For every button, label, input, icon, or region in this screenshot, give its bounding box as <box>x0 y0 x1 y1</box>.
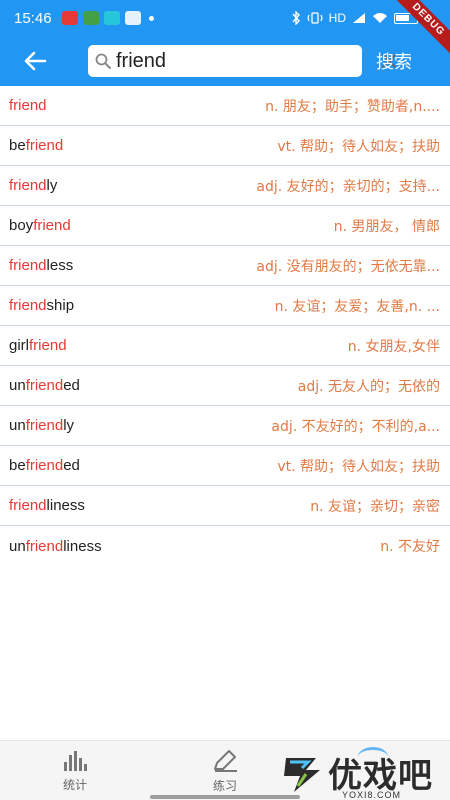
result-meaning: adj. 没有朋友的；无依无靠... <box>256 258 440 275</box>
home-indicator <box>150 795 300 799</box>
dot-icon <box>148 15 154 21</box>
word-match: friend <box>9 177 47 194</box>
result-row[interactable]: befriended vt. 帮助；待人如友；扶助 <box>0 446 450 486</box>
result-meaning: adj. 友好的；亲切的；支持... <box>256 178 440 195</box>
back-button[interactable] <box>0 36 70 86</box>
nav-label-practice: 练习 <box>212 778 237 793</box>
watermark-logo-icon <box>284 758 320 792</box>
result-row[interactable]: unfriendliness n. 不友好 <box>0 526 450 566</box>
result-meaning: n. 友谊；友爱；友善,n. ... <box>274 298 440 315</box>
word-prefix: un <box>9 377 26 394</box>
result-meaning: n. 女朋友,女伴 <box>347 338 440 355</box>
word-match: friend <box>25 137 64 154</box>
result-meaning: vt. 帮助；待人如友；扶助 <box>277 138 440 155</box>
word-prefix: be <box>9 137 26 154</box>
arrow-left-icon <box>24 51 47 71</box>
result-word: friendly <box>9 177 57 194</box>
bluetooth-icon <box>292 11 300 25</box>
nav-item-stats[interactable]: 统计 <box>35 741 115 800</box>
result-row[interactable]: friendly adj. 友好的；亲切的；支持... <box>0 166 450 206</box>
word-match: friend <box>9 257 47 274</box>
word-match: friend <box>9 297 47 314</box>
word-match: friend <box>9 497 47 514</box>
result-row[interactable]: unfriended adj. 无友人的；无依的 <box>0 366 450 406</box>
word-suffix: ly <box>63 417 75 434</box>
result-row[interactable]: friendless adj. 没有朋友的；无依无靠... <box>0 246 450 286</box>
result-row[interactable]: friendliness n. 友谊；亲切；亲密 <box>0 486 450 526</box>
word-match: friend <box>25 417 64 434</box>
result-row[interactable]: boyfriend n. 男朋友， 情郎 <box>0 206 450 246</box>
word-suffix: ship <box>46 297 75 314</box>
result-word: friend <box>9 97 47 114</box>
result-word: friendship <box>9 297 74 314</box>
word-match: friend <box>29 337 67 354</box>
result-row[interactable]: girlfriend n. 女朋友,女伴 <box>0 326 450 366</box>
result-word: befriended <box>9 457 80 474</box>
result-meaning: n. 男朋友， 情郎 <box>333 218 440 235</box>
record-icon <box>61 11 78 25</box>
word-match: friend <box>33 217 71 234</box>
word-prefix: un <box>9 417 26 434</box>
app-bar: 搜索 <box>0 36 450 86</box>
result-word: girlfriend <box>9 337 67 354</box>
word-suffix: ly <box>46 177 58 194</box>
result-meaning: vt. 帮助；待人如友；扶助 <box>277 458 440 475</box>
chat-icon <box>82 11 99 25</box>
word-suffix: liness <box>46 497 85 514</box>
result-meaning: n. 朋友；助手；赞助者,n.... <box>265 98 440 115</box>
result-row[interactable]: friend n. 朋友；助手；赞助者,n.... <box>0 86 450 126</box>
result-word: unfriendly <box>9 417 74 434</box>
message-icon <box>103 11 120 25</box>
result-word: unfriendliness <box>9 538 102 555</box>
search-input[interactable] <box>112 46 381 76</box>
wifi-icon <box>373 13 387 23</box>
result-meaning: adj. 无友人的；无依的 <box>297 378 440 395</box>
result-meaning: n. 友谊；亲切；亲密 <box>310 498 440 515</box>
result-list: friend n. 朋友；助手；赞助者,n.... befriend vt. 帮助；待… <box>0 86 450 566</box>
word-prefix: boy <box>9 217 34 234</box>
cloud-icon <box>124 11 141 25</box>
status-time: 15:46 <box>14 9 52 27</box>
result-row[interactable]: unfriendly adj. 不友好的；不利的,a... <box>0 406 450 446</box>
signal-icon <box>353 13 365 23</box>
status-bar: 15:46 HD <box>0 0 450 36</box>
search-button[interactable]: 搜索 <box>376 48 412 74</box>
bar-chart-icon <box>64 750 87 771</box>
result-row[interactable]: friendship n. 友谊；友爱；友善,n. ... <box>0 286 450 326</box>
result-word: boyfriend <box>9 217 71 234</box>
word-match: friend <box>25 537 64 555</box>
word-prefix: be <box>9 457 26 474</box>
word-match: friend <box>9 97 47 114</box>
word-suffix: less <box>46 257 74 274</box>
status-right: HD <box>291 11 418 25</box>
nav-label-stats: 统计 <box>62 777 87 792</box>
result-word: unfriended <box>9 377 80 394</box>
word-match: friend <box>25 377 64 394</box>
result-word: befriend <box>9 137 63 154</box>
vibrate-icon <box>307 12 323 24</box>
word-match: friend <box>25 457 64 474</box>
result-word: friendliness <box>9 497 85 514</box>
watermark: 优戏吧 YOXI8.COM <box>276 746 446 800</box>
pencil-icon <box>214 749 237 772</box>
search-icon <box>94 52 112 70</box>
nav-item-practice[interactable]: 练习 <box>185 741 265 800</box>
result-meaning: n. 不友好 <box>380 539 440 555</box>
word-suffix: ed <box>63 457 80 474</box>
result-meaning: adj. 不友好的；不利的,a... <box>271 418 440 435</box>
word-suffix: liness <box>63 537 102 555</box>
network-label: HD <box>328 11 346 25</box>
search-box[interactable] <box>88 45 396 77</box>
result-row[interactable]: befriend vt. 帮助；待人如友；扶助 <box>0 126 450 166</box>
result-word: friendless <box>9 257 73 274</box>
watermark-url: YOXI8.COM <box>342 790 402 800</box>
word-suffix: ed <box>63 377 80 394</box>
word-prefix: girl <box>9 337 30 354</box>
word-prefix: un <box>9 537 26 555</box>
